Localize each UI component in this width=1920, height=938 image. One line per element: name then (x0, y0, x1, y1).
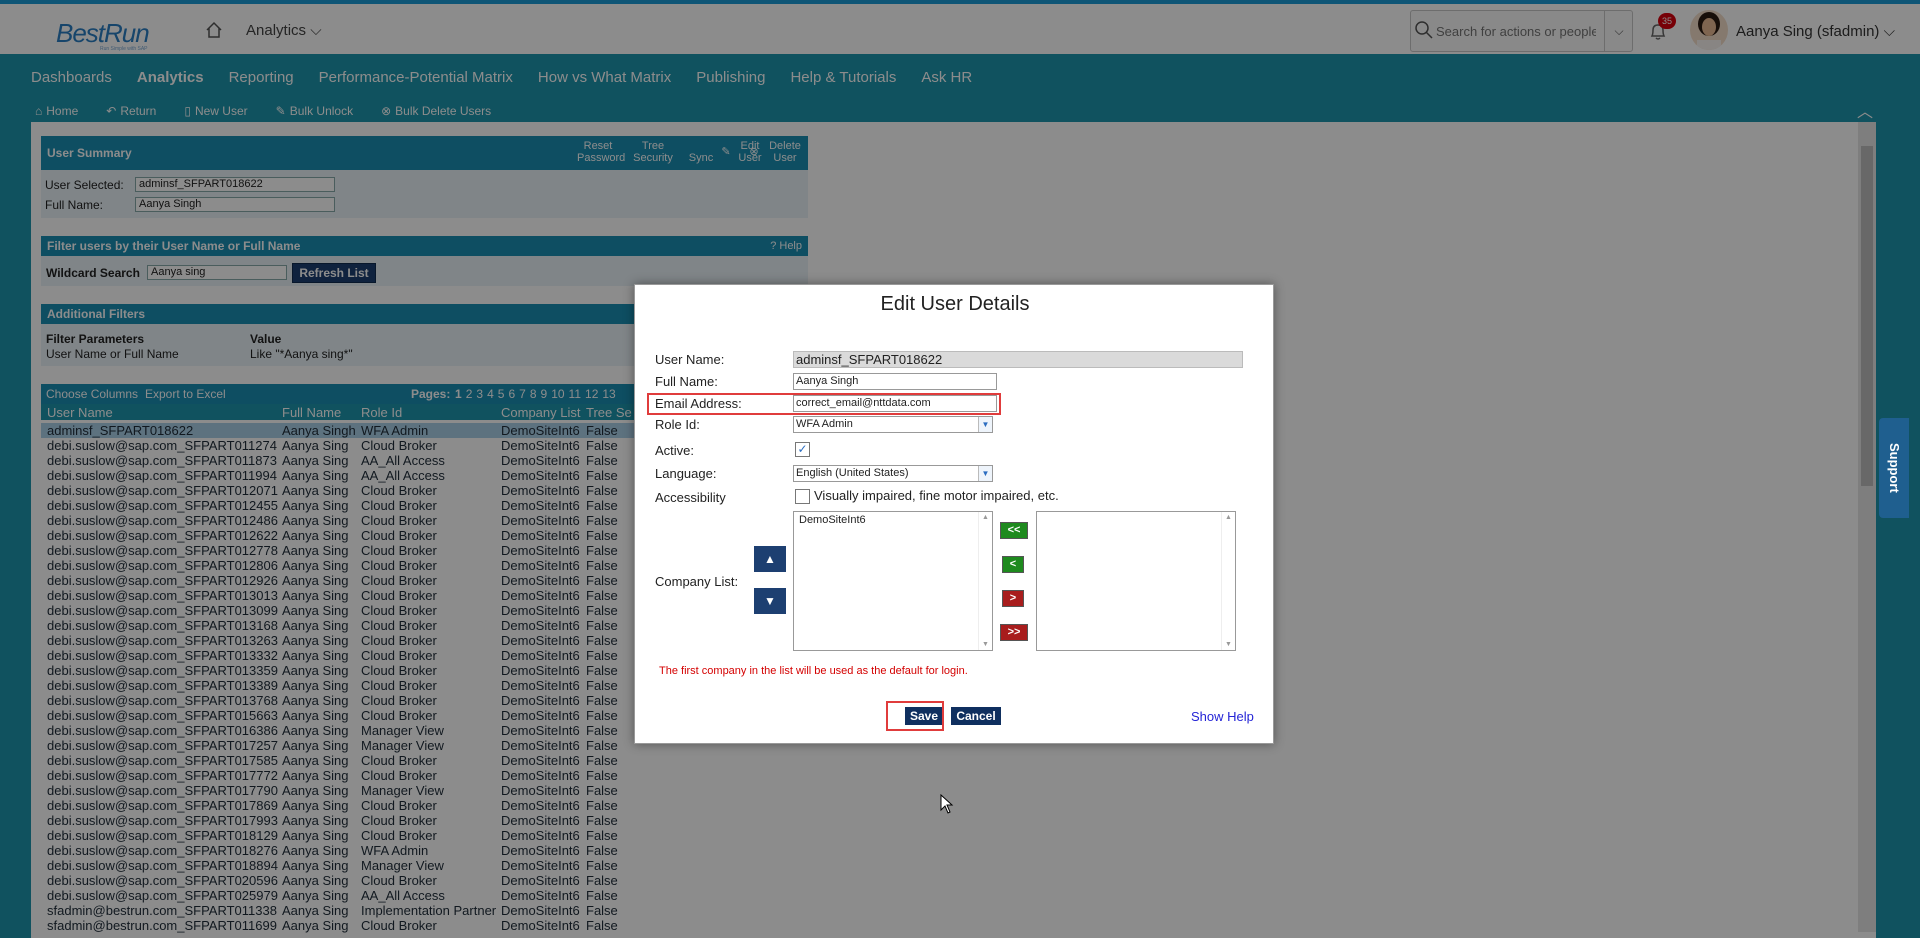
arrow-down-icon: ▼ (764, 594, 776, 608)
edit-user-dialog: Edit User Details User Name: adminsf_SFP… (634, 284, 1274, 744)
arrow-up-icon: ▲ (764, 552, 776, 566)
list-item[interactable]: DemoSiteInt6 (799, 514, 987, 526)
default-company-note: The first company in the list will be us… (659, 665, 968, 677)
dropdown-arrow-icon: ▼ (978, 466, 992, 481)
email-highlight (647, 393, 1001, 415)
accessibility-option-label: Visually impaired, fine motor impaired, … (814, 488, 1059, 503)
move-down-button[interactable]: ▼ (754, 588, 786, 614)
available-companies-list[interactable]: ▲ ▼ (1036, 511, 1236, 651)
active-label: Active: (655, 443, 695, 458)
language-label: Language: (655, 466, 717, 481)
full-name-input[interactable]: Aanya Singh (793, 373, 997, 390)
cancel-button[interactable]: Cancel (951, 707, 1001, 725)
dropdown-arrow-icon: ▼ (978, 417, 992, 432)
accessibility-checkbox[interactable] (795, 489, 810, 504)
role-label: Role Id: (655, 417, 700, 432)
support-tab[interactable]: Support (1879, 418, 1909, 518)
company-list-label: Company List: (655, 574, 739, 589)
mouse-cursor-icon (940, 794, 954, 814)
full-name-label: Full Name: (655, 374, 718, 389)
list-scrollbar[interactable]: ▲ ▼ (978, 512, 992, 650)
selected-companies-list[interactable]: DemoSiteInt6 ▲ ▼ (793, 511, 993, 651)
show-help-link[interactable]: Show Help (1191, 709, 1254, 724)
language-value: English (United States) (796, 467, 909, 479)
move-all-right-button[interactable]: >> (1000, 624, 1028, 641)
list-scrollbar[interactable]: ▲ ▼ (1221, 512, 1235, 650)
move-up-button[interactable]: ▲ (754, 546, 786, 572)
language-select[interactable]: English (United States) ▼ (793, 465, 993, 482)
accessibility-label: Accessibility (655, 490, 726, 505)
active-checkbox[interactable]: ✓ (795, 442, 810, 457)
move-left-button[interactable]: < (1002, 556, 1024, 573)
role-select[interactable]: WFA Admin ▼ (793, 416, 993, 433)
user-name-label: User Name: (655, 352, 725, 367)
move-right-button[interactable]: > (1002, 590, 1024, 607)
move-all-left-button[interactable]: << (1000, 522, 1028, 539)
role-value: WFA Admin (796, 418, 853, 430)
dialog-title: Edit User Details (880, 293, 1030, 315)
user-name-field: adminsf_SFPART018622 (793, 351, 1243, 368)
save-highlight (886, 701, 944, 731)
